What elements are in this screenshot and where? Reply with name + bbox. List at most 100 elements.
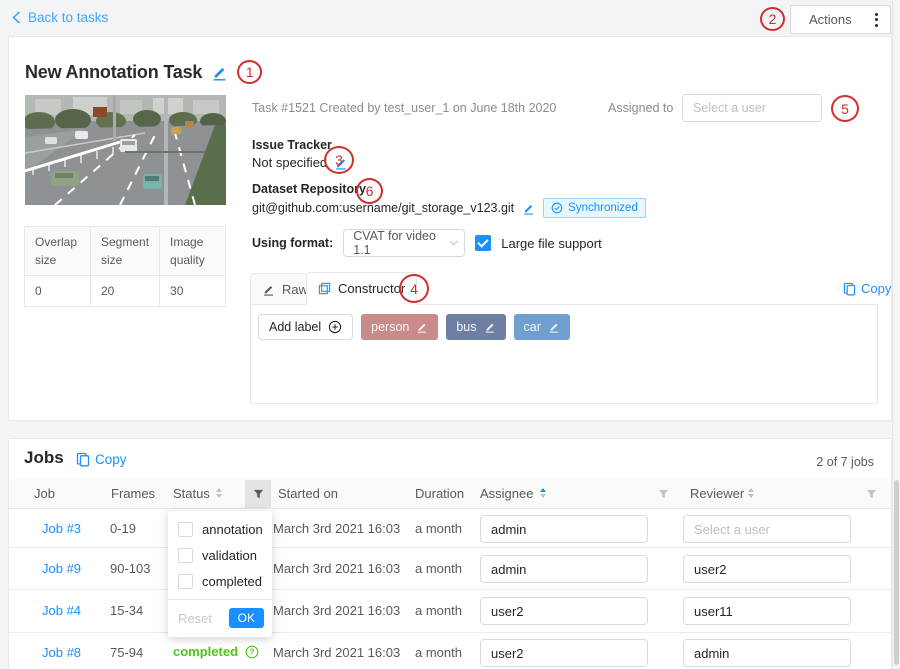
annotation-marker-2: 2 [760,7,785,31]
format-select-value: CVAT for video 1.1 [353,229,442,257]
plus-circle-icon [328,320,342,334]
sort-assignee-icon[interactable] [540,488,546,498]
tab-raw-label: Raw [282,282,308,297]
filter-option-annotation[interactable]: annotation [168,516,272,542]
filter-option-completed[interactable]: completed [168,568,272,594]
copy-icon [843,282,856,296]
large-file-checkbox[interactable] [475,235,491,251]
reset-button[interactable]: Reset [178,611,212,626]
cvat-task-page: Back to tasks 2 Actions New Annotation T… [0,0,900,669]
edit-label-icon[interactable] [416,321,428,333]
duration-cell: a month [415,603,462,618]
started-cell: March 3rd 2021 16:03 [273,561,400,576]
back-to-tasks-link[interactable]: Back to tasks [12,10,108,25]
annotation-marker-5: 5 [831,95,859,122]
task-preview-image [25,95,226,205]
kebab-menu-icon [875,13,878,27]
job-link[interactable]: Job #8 [42,645,81,660]
checkbox[interactable] [178,574,193,589]
reviewer-filter-icon[interactable] [866,489,877,500]
checkbox[interactable] [178,522,193,537]
filter-option-label: completed [202,574,262,589]
assignee-input[interactable] [480,597,648,625]
label-tag-bus-name: bus [456,320,476,334]
started-cell: March 3rd 2021 16:03 [273,521,400,536]
frames-cell: 90-103 [110,561,150,576]
status-text: completed [173,644,238,659]
reviewer-input[interactable] [683,515,851,543]
label-tag-car[interactable]: car [514,314,570,340]
label-tag-car-name: car [524,320,541,334]
annotation-marker-4: 4 [399,274,429,303]
copy-labels-button[interactable]: Copy [843,281,891,296]
actions-button[interactable]: Actions [790,5,891,34]
column-header-job[interactable]: Job [34,486,55,501]
assignee-input[interactable] [480,515,648,543]
param-header-quality: Image quality [160,227,226,276]
column-header-assignee[interactable]: Assignee [480,486,533,501]
assignee-input[interactable] [480,555,648,583]
filter-option-validation[interactable]: validation [168,542,272,568]
block-icon [318,282,331,295]
status-filter-dropdown: annotation validation completed Reset OK [168,511,272,637]
edit-label-icon[interactable] [548,321,560,333]
annotation-marker-6: 6 [356,178,383,204]
started-cell: March 3rd 2021 16:03 [273,645,400,660]
assigned-to-input[interactable] [682,94,822,122]
dataset-repository-row: git@github.com:username/git_storage_v123… [252,198,646,218]
sync-status-badge: Synchronized [543,198,646,218]
edit-label-icon[interactable] [484,321,496,333]
question-circle-icon[interactable]: ? [245,645,259,659]
reviewer-input[interactable] [683,597,851,625]
sort-reviewer-icon[interactable] [748,488,754,498]
add-label-button[interactable]: Add label [258,314,353,340]
label-tag-person-name: person [371,320,409,334]
label-tag-person[interactable]: person [361,314,438,340]
param-value-overlap: 0 [25,276,91,307]
column-header-started[interactable]: Started on [278,486,338,501]
check-circle-icon [551,202,563,214]
job-link[interactable]: Job #9 [42,561,81,576]
issue-tracker-value: Not specified [252,155,327,170]
frames-cell: 0-19 [110,521,136,536]
chevron-down-icon [450,238,458,246]
status-filter-icon-active[interactable] [245,480,271,508]
sort-status-icon[interactable] [216,488,222,498]
duration-cell: a month [415,521,462,536]
copy-jobs-label: Copy [95,452,127,467]
assignee-input[interactable] [480,639,648,667]
filter-footer: Reset OK [168,599,272,637]
frames-cell: 75-94 [110,645,143,660]
dataset-repository-url: git@github.com:username/git_storage_v123… [252,201,514,215]
format-row: Using format: CVAT for video 1.1 Large f… [252,229,602,257]
filter-option-label: validation [202,548,257,563]
label-tag-bus[interactable]: bus [446,314,505,340]
duration-cell: a month [415,561,462,576]
copy-jobs-button[interactable]: Copy [76,452,127,467]
reviewer-input[interactable] [683,639,851,667]
param-value-segment: 20 [91,276,160,307]
params-table: Overlap size Segment size Image quality … [24,226,226,307]
actions-label: Actions [809,12,852,27]
edit-title-icon[interactable] [211,64,228,81]
copy-icon [76,452,90,467]
assignee-filter-icon[interactable] [658,489,669,500]
svg-text:?: ? [250,647,255,656]
job-link[interactable]: Job #4 [42,603,81,618]
edit-repository-icon[interactable] [522,202,535,215]
checkbox[interactable] [178,548,193,563]
back-to-tasks-label: Back to tasks [28,10,108,25]
column-header-reviewer[interactable]: Reviewer [690,486,744,501]
column-header-status[interactable]: Status [173,486,210,501]
dataset-repository-label: Dataset Repository [252,182,366,196]
column-header-duration[interactable]: Duration [415,486,464,501]
scrollbar-thumb[interactable] [894,480,899,665]
ok-button[interactable]: OK [229,608,264,628]
duration-cell: a month [415,645,462,660]
format-select[interactable]: CVAT for video 1.1 [343,229,465,257]
column-header-frames[interactable]: Frames [111,486,155,501]
labels-row: Add label person bus car [258,314,570,340]
job-link[interactable]: Job #3 [42,521,81,536]
reviewer-input[interactable] [683,555,851,583]
assigned-to-label: Assigned to [608,101,673,115]
